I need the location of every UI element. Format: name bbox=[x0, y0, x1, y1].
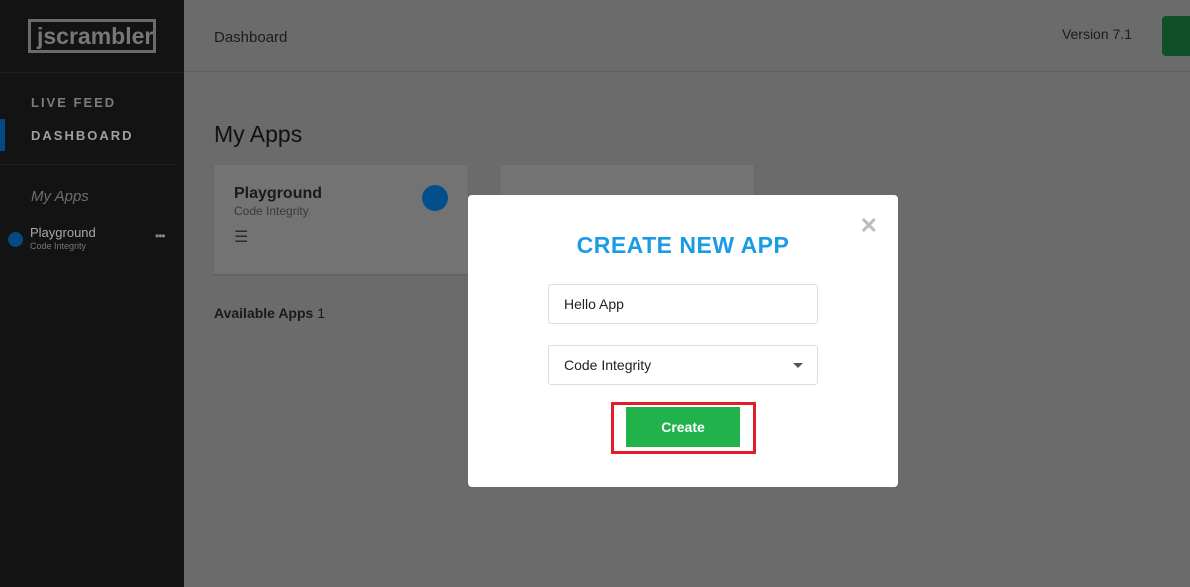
available-apps: Available Apps 1 bbox=[214, 305, 325, 321]
sidebar: jscrambler LIVE FEED DASHBOARD My Apps P… bbox=[0, 0, 184, 587]
nav-dashboard[interactable]: DASHBOARD bbox=[31, 128, 134, 143]
app-dot-icon bbox=[422, 185, 448, 211]
header-action-button[interactable] bbox=[1162, 16, 1190, 56]
sidebar-app-type: Code Integrity bbox=[30, 241, 87, 251]
jscrambler-logo[interactable]: jscrambler bbox=[28, 19, 156, 53]
page-title: My Apps bbox=[214, 121, 303, 147]
active-indicator bbox=[0, 119, 5, 151]
app-type-value: Code Integrity bbox=[564, 357, 652, 373]
menu-icon[interactable]: ☰ bbox=[234, 227, 248, 247]
app-card[interactable]: Playground Code Integrity ☰ bbox=[214, 165, 468, 274]
app-card-type: Code Integrity bbox=[234, 204, 309, 218]
version-label: Version 7.1 bbox=[1061, 26, 1132, 42]
app-card-title: Playground bbox=[234, 185, 323, 202]
modal-title: CREATE NEW APP bbox=[576, 232, 790, 258]
divider bbox=[0, 164, 176, 165]
app-name-input[interactable] bbox=[548, 284, 818, 324]
app-type-select[interactable]: Code Integrity bbox=[548, 345, 818, 385]
my-apps-heading: My Apps bbox=[31, 188, 89, 205]
nav-live-feed[interactable]: LIVE FEED bbox=[31, 95, 116, 110]
sidebar-app-playground[interactable]: Playground bbox=[30, 225, 96, 240]
breadcrumb: Dashboard bbox=[214, 29, 288, 46]
chevron-down-icon bbox=[793, 363, 803, 368]
app-dot-icon bbox=[8, 232, 23, 247]
create-button[interactable]: Create bbox=[626, 407, 740, 447]
create-app-modal: ✕ CREATE NEW APP Code Integrity Create bbox=[468, 195, 898, 487]
available-apps-count: 1 bbox=[317, 305, 326, 321]
available-apps-label: Available Apps bbox=[214, 305, 314, 321]
more-icon[interactable]: ••• bbox=[155, 229, 166, 243]
header: Dashboard Version 7.1 bbox=[184, 0, 1190, 72]
divider bbox=[0, 72, 184, 73]
